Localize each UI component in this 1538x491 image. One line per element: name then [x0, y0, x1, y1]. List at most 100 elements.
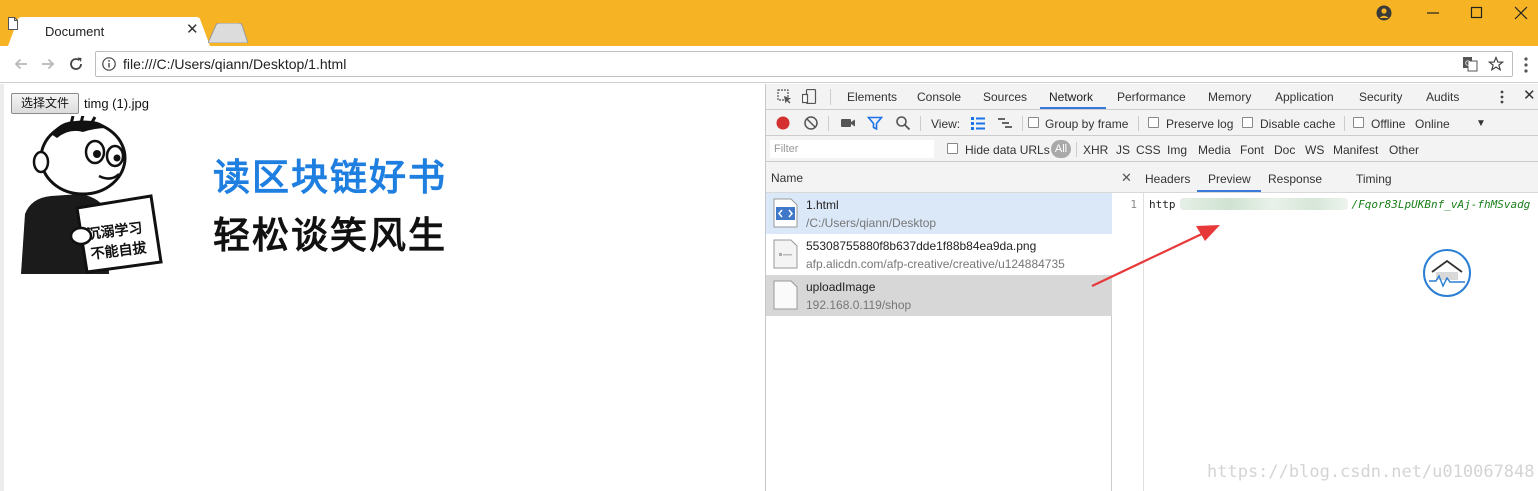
device-toolbar-icon[interactable] — [802, 89, 817, 104]
user-profile-icon[interactable] — [1376, 5, 1392, 21]
throttling-dropdown-icon[interactable]: ▼ — [1476, 118, 1486, 129]
title-bar: Document ✕ — [0, 0, 1538, 46]
waterfall-view-icon[interactable] — [997, 115, 1013, 131]
filter-divider — [1076, 142, 1077, 157]
hide-data-urls-label: Hide data URLs — [965, 143, 1050, 157]
devtools-close-icon[interactable]: ✕ — [1523, 88, 1536, 104]
tab-close-icon[interactable]: ✕ — [186, 22, 199, 38]
redacted-url-segment — [1179, 198, 1348, 210]
promo-headline-black: 轻松谈笑风生 — [213, 214, 447, 257]
tab-document[interactable]: Document ✕ — [8, 17, 210, 46]
filter-type-img[interactable]: Img — [1167, 143, 1187, 157]
toolbar-divider — [830, 89, 831, 105]
filter-type-doc[interactable]: Doc — [1274, 143, 1295, 157]
page-left-edge — [0, 84, 4, 491]
tab-preview[interactable]: Preview — [1208, 172, 1251, 186]
disable-cache-checkbox[interactable] — [1242, 117, 1253, 128]
line-number-gutter: 1 — [1112, 193, 1144, 491]
clear-icon[interactable] — [803, 115, 819, 131]
request-path: 192.168.0.119/shop — [806, 298, 912, 312]
request-row[interactable]: 1.html /C:/Users/qiann/Desktop — [766, 193, 1112, 234]
tab-console[interactable]: Console — [917, 90, 961, 104]
request-detail-pane: ✕ Headers Preview Response Timing 1 http… — [1112, 162, 1538, 491]
devtools-menu-icon[interactable] — [1500, 89, 1504, 105]
filter-icon[interactable] — [867, 115, 883, 131]
reload-icon[interactable] — [67, 55, 85, 73]
tab-security[interactable]: Security — [1359, 90, 1402, 104]
watermark-text: https://blog.csdn.net/u010067848 — [1207, 462, 1535, 482]
browser-window: Document ✕ file:///C:/Users/qiann/Deskto… — [0, 0, 1538, 491]
throttling-select[interactable]: Online — [1415, 117, 1450, 131]
filter-type-font[interactable]: Font — [1240, 143, 1264, 157]
address-toolbar: file:///C:/Users/qiann/Desktop/1.html G — [0, 46, 1538, 83]
view-label: View: — [931, 117, 961, 131]
tab-sources[interactable]: Sources — [983, 90, 1027, 104]
forward-arrow-icon[interactable] — [39, 55, 57, 73]
translate-icon[interactable]: G — [1462, 56, 1478, 72]
tab-response[interactable]: Response — [1268, 172, 1322, 186]
group-by-frame-checkbox[interactable] — [1028, 117, 1039, 128]
html-file-icon — [773, 198, 798, 228]
controls-divider — [1022, 116, 1023, 131]
browser-menu-icon[interactable] — [1523, 56, 1529, 74]
tab-title: Document — [45, 24, 105, 39]
promo-headline-blue: 读区块链好书 — [213, 156, 447, 199]
tab-headers[interactable]: Headers — [1145, 172, 1190, 186]
active-tab-indicator — [1040, 107, 1106, 109]
image-file-icon — [773, 239, 798, 269]
offline-checkbox[interactable] — [1353, 117, 1364, 128]
offline-label: Offline — [1371, 117, 1406, 131]
filter-type-media[interactable]: Media — [1198, 143, 1231, 157]
choose-file-button[interactable]: 选择文件 — [11, 93, 79, 114]
response-url-suffix: /Fqor83LpUKBnf_vAj-fhMSvadg — [1351, 198, 1531, 211]
tab-performance[interactable]: Performance — [1117, 90, 1186, 104]
filter-type-all[interactable]: All — [1051, 140, 1071, 158]
tab-audits[interactable]: Audits — [1426, 90, 1459, 104]
controls-divider — [920, 116, 921, 131]
request-list: Name 1.html /C:/Users/qiann/Desktop 5530… — [766, 162, 1112, 491]
meme-image: 沉溺学习 不能自拔 — [11, 116, 170, 274]
record-icon[interactable] — [775, 115, 791, 131]
column-header-name[interactable]: Name — [771, 171, 803, 185]
window-close-icon[interactable] — [1514, 4, 1528, 20]
address-bar[interactable]: file:///C:/Users/qiann/Desktop/1.html G — [95, 51, 1513, 77]
controls-divider — [1138, 116, 1139, 131]
list-header: Name — [766, 162, 1112, 193]
filter-input[interactable]: Filter — [770, 140, 934, 158]
back-arrow-icon[interactable] — [12, 55, 30, 73]
filter-type-ws[interactable]: WS — [1305, 143, 1324, 157]
page-content: 选择文件 timg (1).jpg 沉溺学习 不能自拔 读区块链好书 轻松谈笑风… — [0, 84, 766, 491]
filter-type-other[interactable]: Other — [1389, 143, 1419, 157]
search-icon[interactable] — [895, 115, 911, 131]
minimize-icon[interactable] — [1426, 4, 1440, 20]
tab-memory[interactable]: Memory — [1208, 90, 1251, 104]
preserve-log-label: Preserve log — [1166, 117, 1234, 131]
floating-badge-icon[interactable] — [1422, 248, 1472, 298]
url-text[interactable]: file:///C:/Users/qiann/Desktop/1.html — [123, 56, 346, 72]
filter-type-xhr[interactable]: XHR — [1083, 143, 1108, 157]
inspect-element-icon[interactable] — [777, 89, 792, 104]
tab-network[interactable]: Network — [1049, 90, 1093, 104]
capture-screenshots-icon[interactable] — [840, 115, 856, 131]
maximize-icon[interactable] — [1470, 4, 1484, 20]
new-tab-button[interactable] — [208, 23, 248, 43]
tab-elements[interactable]: Elements — [847, 90, 897, 104]
blank-file-icon — [773, 280, 798, 310]
request-row[interactable]: 55308755880f8b637dde1f88b84ea9da.png afp… — [766, 234, 1112, 275]
group-by-frame-label: Group by frame — [1045, 117, 1129, 131]
preview-code-line[interactable]: http/Fqor83LpUKBnf_vAj-fhMSvadg — [1149, 198, 1538, 214]
detail-close-icon[interactable]: ✕ — [1121, 170, 1132, 186]
svg-text:G: G — [1465, 60, 1470, 68]
list-view-icon[interactable] — [970, 115, 986, 131]
hide-data-urls-checkbox[interactable] — [947, 143, 958, 154]
tab-timing[interactable]: Timing — [1356, 172, 1392, 186]
network-controls-bar: View: Group by frame Preserve log Disabl… — [766, 110, 1538, 136]
tab-application[interactable]: Application — [1275, 90, 1334, 104]
filter-type-css[interactable]: CSS — [1136, 143, 1161, 157]
filter-type-js[interactable]: JS — [1116, 143, 1130, 157]
request-row[interactable]: uploadImage 192.168.0.119/shop — [766, 275, 1112, 316]
bookmark-star-icon[interactable] — [1488, 56, 1504, 72]
info-icon[interactable] — [102, 57, 116, 71]
filter-type-manifest[interactable]: Manifest — [1333, 143, 1378, 157]
preserve-log-checkbox[interactable] — [1148, 117, 1159, 128]
